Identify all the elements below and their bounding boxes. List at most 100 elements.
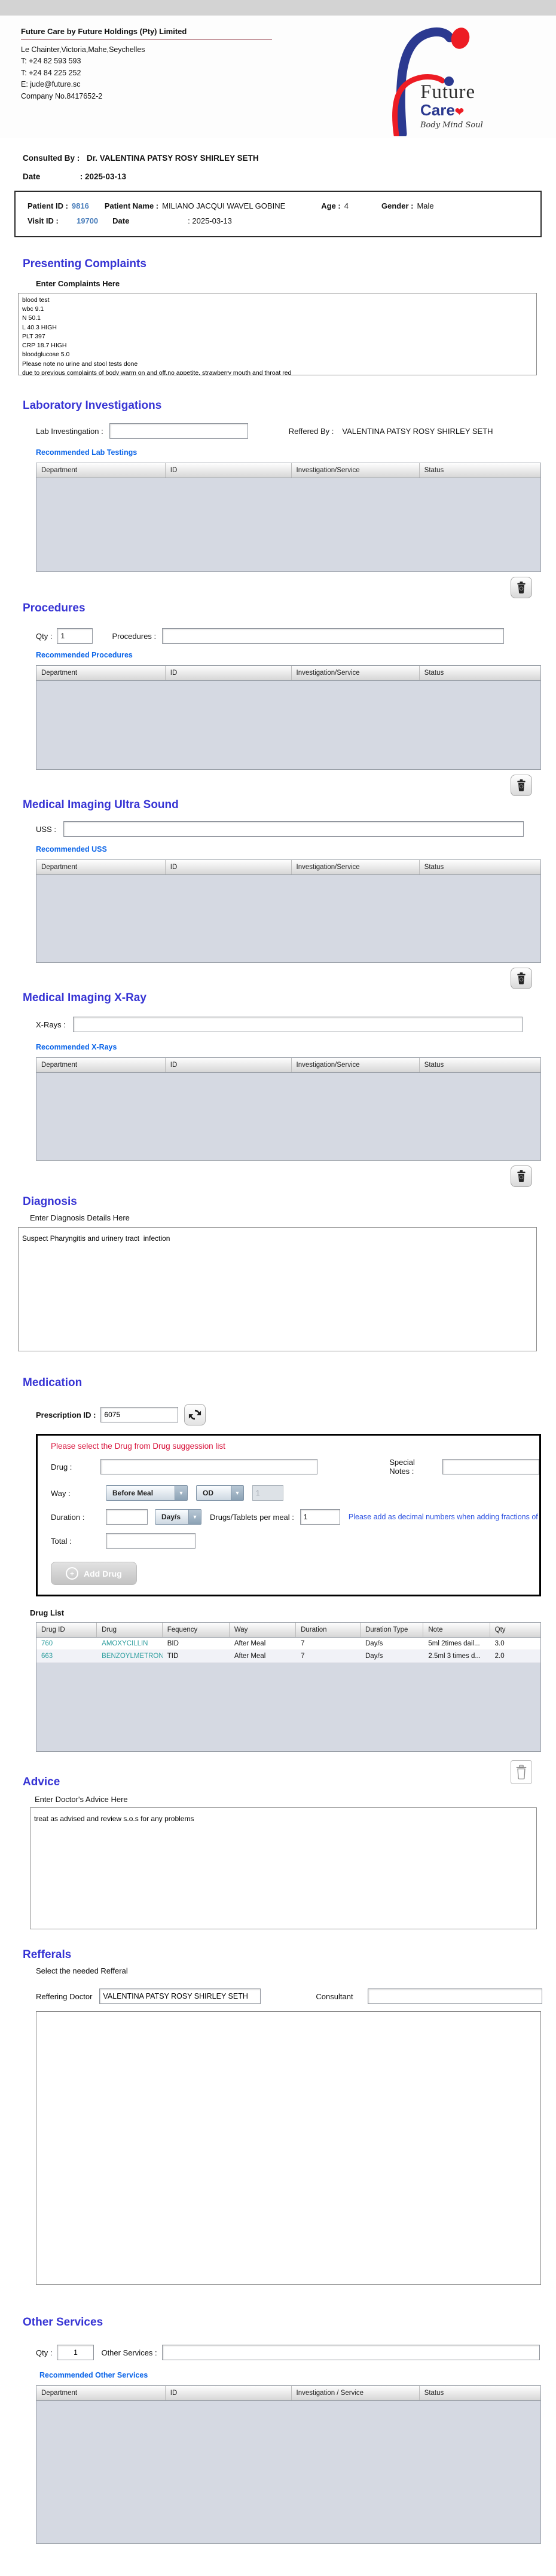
- special-notes-input[interactable]: [442, 1459, 539, 1474]
- special-notes-label: Special Notes :: [389, 1458, 436, 1476]
- consultant-label: Consultant: [316, 1992, 353, 2001]
- section-title-diagnosis: Diagnosis: [23, 1195, 556, 1209]
- patient-name-value: MILIANO JACQUI WAVEL GOBINE: [162, 201, 285, 210]
- procedures-input[interactable]: [162, 628, 504, 644]
- per-meal-input[interactable]: [300, 1509, 340, 1525]
- column-header-department: Department: [36, 1058, 166, 1072]
- section-title-xray: Medical Imaging X-Ray: [23, 992, 556, 1005]
- prescription-id-input[interactable]: [100, 1407, 178, 1422]
- way-label: Way :: [51, 1489, 106, 1498]
- column-header-investigation: Investigation/Service: [292, 860, 420, 874]
- gender-label: Gender :: [381, 201, 413, 210]
- column-header-duration-type: Duration Type: [361, 1623, 423, 1637]
- letterhead: Future Care by Future Holdings (Pty) Lim…: [0, 16, 556, 138]
- date-value: : 2025-03-13: [80, 172, 126, 181]
- column-header-status: Status: [420, 463, 540, 478]
- consultation-date-line: Date : 2025-03-13: [23, 172, 556, 181]
- procedures-field-label: Procedures :: [112, 632, 156, 641]
- column-header-qty: Qty: [490, 1623, 540, 1637]
- prescription-id-label: Prescription ID :: [36, 1411, 96, 1419]
- logo-word-care: Care❤: [420, 101, 483, 120]
- company-number: Company No.8417652-2: [21, 91, 272, 102]
- other-services-qty-input[interactable]: [57, 2345, 94, 2360]
- drug-input[interactable]: [100, 1459, 317, 1474]
- column-header-department: Department: [36, 666, 166, 680]
- complaints-textarea[interactable]: blood test wbc 9.1 N 50.1 L 40.3 HIGH PL…: [18, 293, 537, 375]
- column-header-id: ID: [166, 463, 292, 478]
- section-title-procedures: Procedures: [23, 602, 556, 615]
- column-header-department: Department: [36, 2386, 166, 2400]
- duration-unit-value: Day/s: [155, 1513, 188, 1521]
- chevron-down-icon: ▼: [231, 1486, 243, 1500]
- procedures-qty-input[interactable]: [57, 628, 93, 644]
- add-drug-button[interactable]: + Add Drug: [51, 1562, 137, 1585]
- consulted-by-label: Consulted By :: [23, 154, 80, 163]
- trash-icon: [515, 972, 527, 985]
- visit-id-label: Visit ID :: [28, 216, 73, 225]
- plus-icon: +: [66, 1567, 78, 1580]
- delete-uss-button[interactable]: [511, 968, 532, 989]
- company-email: E: jude@future.sc: [21, 79, 272, 90]
- chevron-down-icon: ▼: [188, 1510, 201, 1524]
- uss-input[interactable]: [63, 821, 524, 837]
- other-services-qty-label: Qty :: [36, 2348, 52, 2357]
- drug-suggestion-note: Please select the Drug from Drug suggess…: [51, 1442, 539, 1451]
- frequency-select[interactable]: OD ▼: [196, 1485, 244, 1501]
- section-title-presenting-complaints: Presenting Complaints: [23, 258, 556, 271]
- advice-sublabel: Enter Doctor's Advice Here: [35, 1795, 556, 1804]
- other-services-field-label: Other Services :: [101, 2348, 157, 2357]
- drug-list-table: Drug ID Drug Fequency Way Duration Durat…: [36, 1622, 541, 1752]
- logo-heart-icon: ❤: [455, 106, 464, 118]
- delete-drug-button[interactable]: [511, 1760, 532, 1784]
- refresh-icon: [188, 1408, 201, 1421]
- visit-date-label: Date: [112, 216, 184, 225]
- total-label: Total :: [51, 1537, 106, 1546]
- age-label: Age :: [321, 201, 341, 210]
- column-header-investigation: Investigation/Service: [292, 1058, 420, 1072]
- delete-procedure-button[interactable]: [511, 775, 532, 796]
- column-header-drug: Drug: [97, 1623, 163, 1637]
- refresh-prescription-button[interactable]: [184, 1404, 206, 1425]
- advice-textarea[interactable]: treat as advised and review s.o.s for an…: [30, 1807, 537, 1929]
- future-care-logo: Future Care❤ Body Mind Soul: [368, 17, 502, 136]
- other-services-table-body: [36, 2401, 540, 2543]
- lab-testings-table: Department ID Investigation/Service Stat…: [36, 463, 541, 572]
- consulted-by-line: Consulted By : Dr. VALENTINA PATSY ROSY …: [23, 154, 556, 163]
- procedures-qty-label: Qty :: [36, 632, 52, 641]
- column-header-id: ID: [166, 666, 292, 680]
- xray-input[interactable]: [73, 1017, 523, 1032]
- drug-row[interactable]: 760 AMOXYCILLIN BID After Meal 7 Day/s 5…: [36, 1638, 540, 1650]
- trash-outline-icon: [515, 1764, 528, 1780]
- delete-lab-testing-button[interactable]: [511, 577, 532, 598]
- visit-date-value: : 2025-03-13: [188, 216, 232, 225]
- delete-xray-button[interactable]: [511, 1165, 532, 1187]
- refferal-list-box[interactable]: [36, 2011, 541, 2285]
- total-input[interactable]: [106, 1533, 195, 1549]
- column-header-duration: Duration: [296, 1623, 361, 1637]
- trash-icon: [515, 1170, 527, 1183]
- other-services-input[interactable]: [162, 2345, 540, 2360]
- lab-investigation-input[interactable]: [109, 423, 248, 439]
- procedures-table-body: [36, 681, 540, 769]
- recommended-other-services-label: Recommended Other Services: [39, 2371, 556, 2379]
- drug-row[interactable]: 663 BENZOYLMETRON TID After Meal 7 Day/s…: [36, 1650, 540, 1663]
- duration-input[interactable]: [106, 1509, 148, 1525]
- frequency-selected-value: OD: [197, 1489, 231, 1497]
- recommended-procedures-label: Recommended Procedures: [36, 651, 556, 659]
- section-title-refferals: Refferals: [23, 1948, 556, 1962]
- patient-id-value: 9816: [72, 201, 89, 210]
- column-header-id: ID: [166, 2386, 292, 2400]
- way-selected-value: Before Meal: [106, 1489, 175, 1497]
- column-header-investigation: Investigation/Service: [292, 463, 420, 478]
- diagnosis-textarea[interactable]: Suspect Pharyngitis and urinery tract in…: [18, 1227, 537, 1351]
- column-header-status: Status: [420, 666, 540, 680]
- xray-label: X-Rays :: [36, 1020, 66, 1029]
- recommended-lab-testings-label: Recommended Lab Testings: [36, 448, 556, 457]
- age-value: 4: [344, 201, 349, 210]
- duration-unit-select[interactable]: Day/s ▼: [155, 1509, 201, 1525]
- duration-label: Duration :: [51, 1513, 106, 1522]
- way-select[interactable]: Before Meal ▼: [106, 1485, 188, 1501]
- consultant-input[interactable]: [368, 1988, 542, 2004]
- referring-doctor-input[interactable]: [99, 1988, 261, 2004]
- column-header-status: Status: [420, 1058, 540, 1072]
